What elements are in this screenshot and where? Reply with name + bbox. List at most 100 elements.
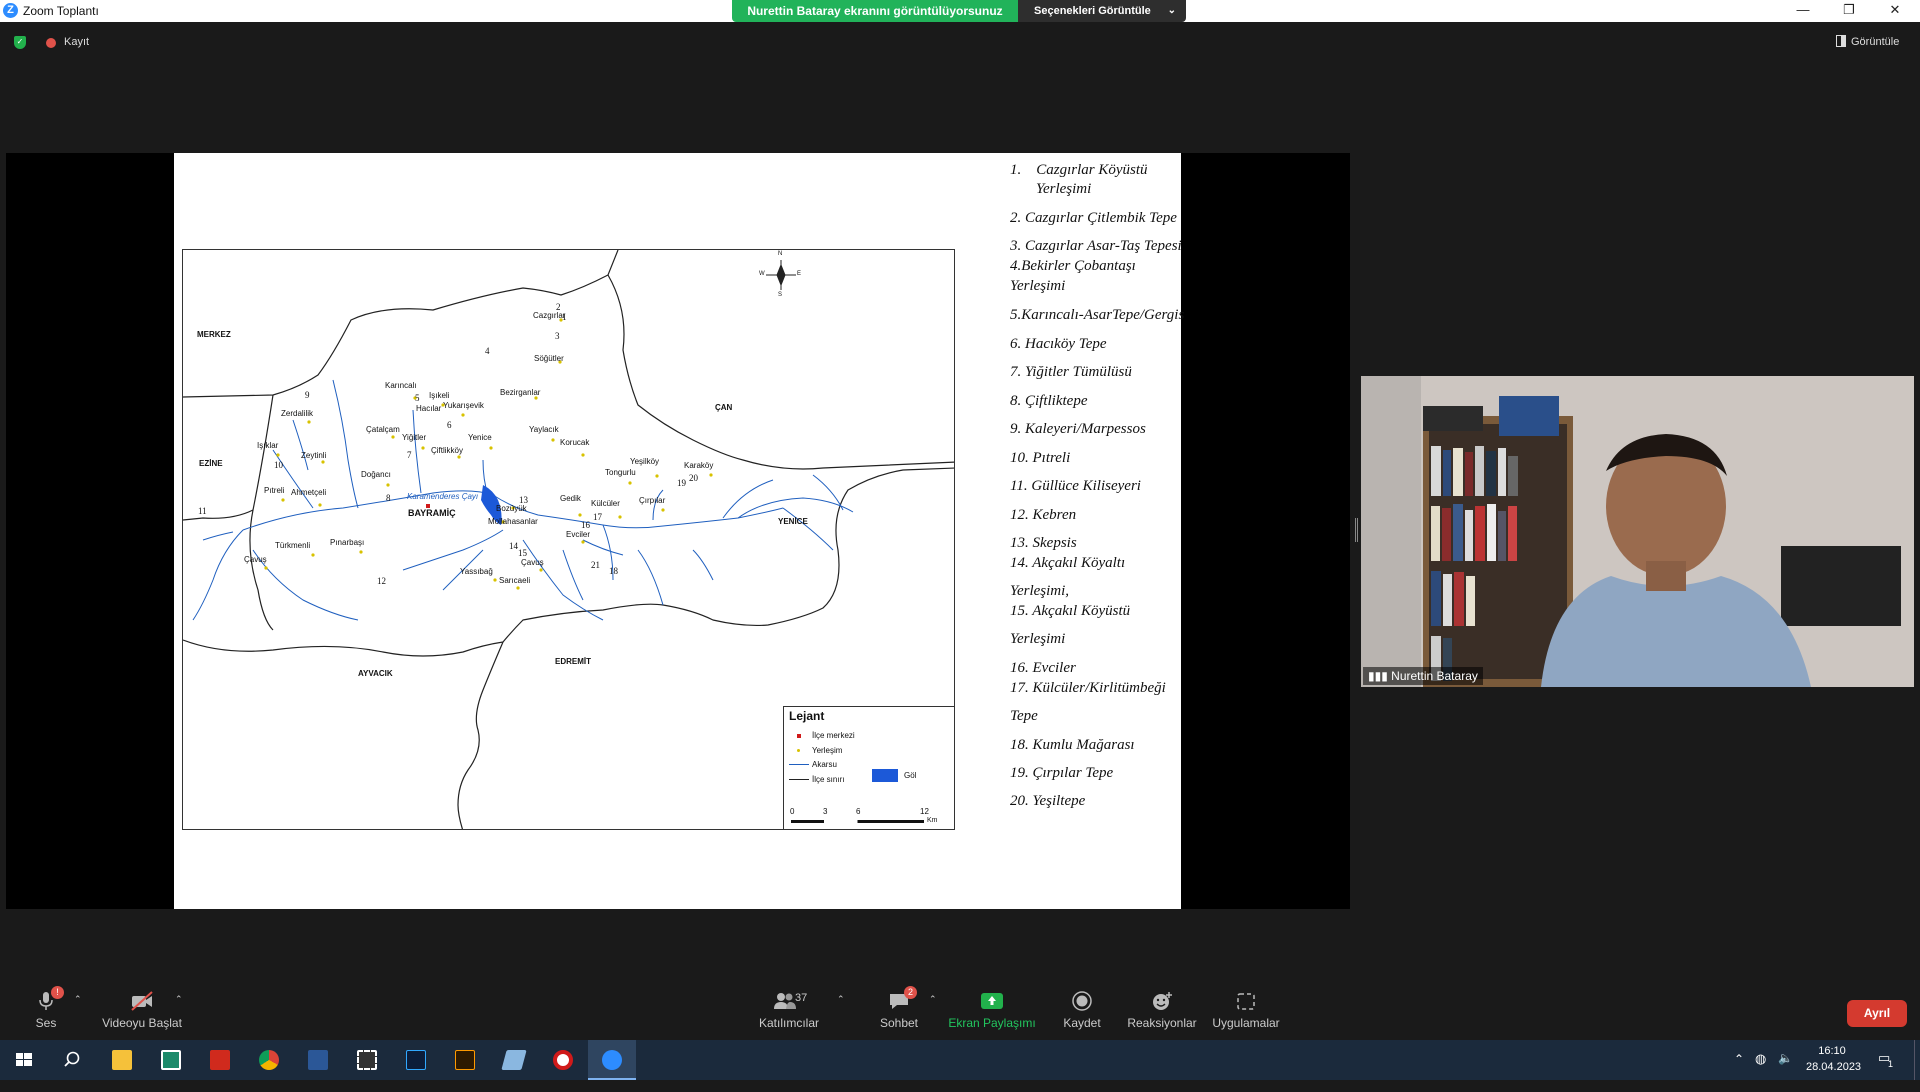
taskbar-illustrator[interactable] <box>441 1040 489 1080</box>
taskbar-app[interactable] <box>147 1040 195 1080</box>
place-label: Mollahasanlar <box>488 517 538 526</box>
app-icon <box>501 1050 527 1070</box>
participants-label: Katılımcılar <box>758 1016 819 1030</box>
view-options-button[interactable]: Seçenekleri Görüntüle ⌄ <box>1018 0 1186 22</box>
place-label: Doğancı <box>361 470 391 479</box>
view-button[interactable]: Görüntüle <box>1851 36 1899 48</box>
chat-icon: 2 <box>887 986 917 1012</box>
clock-time: 16:10 <box>1818 1045 1846 1057</box>
participant-name-tag: ▮▮▮ Nurettin Bataray <box>1363 667 1483 685</box>
site-item: 7. Yiğitler Tümülüsü <box>1010 364 1132 380</box>
participant-video[interactable]: ▮▮▮ Nurettin Bataray <box>1361 376 1914 687</box>
word-icon <box>308 1050 328 1070</box>
leave-meeting-button[interactable]: Ayrıl <box>1847 1000 1907 1027</box>
search-icon <box>64 1051 80 1067</box>
share-screen-button[interactable]: Ekran Paylaşımı <box>946 978 1038 1040</box>
legend-item: Yerleşim <box>812 746 843 755</box>
tray-chevron-icon[interactable]: ⌃ <box>1734 1052 1744 1092</box>
place-label: Tongurlu <box>605 468 636 477</box>
windows-taskbar: ⌃ ◍ 🔈 16:10 28.04.2023 ▭ 1 <box>0 1040 1920 1080</box>
taskbar-word[interactable] <box>294 1040 342 1080</box>
participants-button[interactable]: 37 Katılımcılar <box>752 978 826 1040</box>
meeting-toolbar: ! Ses ⌃ Videoyu Başlat ⌃ 37 Katılımcılar… <box>0 978 1920 1040</box>
place-label: Zeytinli <box>301 451 327 460</box>
compass-s: S <box>778 292 783 298</box>
taskbar-video-editor[interactable] <box>343 1040 391 1080</box>
taskbar-photoshop[interactable] <box>392 1040 440 1080</box>
site-number: 7 <box>407 450 412 460</box>
place-label: Külcüler <box>591 499 620 508</box>
site-item: 16. Evciler <box>1010 660 1076 676</box>
legend-river-line <box>789 764 809 765</box>
place-label: Söğütler <box>534 354 564 363</box>
recording-label[interactable]: Kayıt <box>64 36 89 48</box>
minimize-button[interactable]: — <box>1780 0 1826 22</box>
map-figure: MERKEZ ÇAN EZİNE YENİCE AYVACIK EDREMİT … <box>182 249 955 830</box>
scale-tick: 0 <box>790 807 795 816</box>
show-desktop-button[interactable] <box>1914 1040 1915 1080</box>
site-item: 20. Yeşiltepe <box>1010 793 1086 809</box>
chat-button[interactable]: 2 Sohbet <box>874 978 924 1040</box>
network-icon[interactable]: ◍ <box>1755 1051 1766 1091</box>
start-button[interactable] <box>0 1040 48 1080</box>
site-number: 3 <box>555 331 560 341</box>
panel-resize-handle[interactable] <box>1355 518 1358 542</box>
record-button[interactable]: Kaydet <box>1057 978 1107 1040</box>
start-video-label: Videoyu Başlat <box>102 1016 182 1030</box>
site-item: Yerleşimi <box>1010 278 1066 294</box>
compass-e: E <box>797 271 802 277</box>
place-label: Çavuş <box>521 558 544 567</box>
legend-settlement-marker <box>797 749 800 752</box>
reactions-button[interactable]: Reaksiyonlar <box>1127 978 1197 1040</box>
site-number: 18 <box>609 566 618 576</box>
taskbar-app[interactable] <box>490 1040 538 1080</box>
taskbar-chrome[interactable] <box>245 1040 293 1080</box>
site-number: 12 <box>377 576 386 586</box>
taskbar-recorder[interactable] <box>539 1040 587 1080</box>
security-shield-icon[interactable]: ✓ <box>14 36 26 49</box>
scale-bar <box>791 820 924 823</box>
place-label: Bozüyük <box>496 504 527 513</box>
site-item: Yerleşimi, <box>1010 583 1070 599</box>
audio-options-caret[interactable]: ⌃ <box>74 994 82 1005</box>
search-button[interactable] <box>48 1040 96 1080</box>
notification-button[interactable]: ▭ 1 <box>1878 1049 1898 1069</box>
place-label: Çavuş <box>244 555 267 564</box>
start-video-button[interactable]: Videoyu Başlat <box>96 978 188 1040</box>
participant-name: Nurettin Bataray <box>1391 669 1478 683</box>
site-item: 6. Hacıköy Tepe <box>1010 336 1107 352</box>
taskbar-file-explorer[interactable] <box>98 1040 146 1080</box>
site-number: 14 <box>509 541 518 551</box>
audio-button[interactable]: ! Ses <box>22 978 70 1040</box>
taskbar-acrobat[interactable] <box>196 1040 244 1080</box>
place-label: Sarıcaeli <box>499 576 531 585</box>
place-label: Karaköy <box>684 461 714 470</box>
legend-item: İlçe sınırı <box>812 775 845 784</box>
close-button[interactable]: ✕ <box>1872 0 1918 22</box>
site-number: 15 <box>518 548 527 558</box>
site-item: 3. Cazgırlar Asar-Taş Tepesi <box>1010 238 1182 254</box>
site-item: 14. Akçakıl Köyaltı <box>1010 555 1126 571</box>
site-number: 2 <box>556 302 561 312</box>
site-number: 16 <box>581 520 590 530</box>
site-item: 19. Çırpılar Tepe <box>1010 765 1114 781</box>
participants-options-caret[interactable]: ⌃ <box>837 994 845 1005</box>
site-item: 8. Çiftliktepe <box>1010 393 1088 409</box>
photoshop-icon <box>406 1050 426 1070</box>
site-number: 17 <box>593 512 602 522</box>
legend-center-marker <box>797 734 801 738</box>
apps-button[interactable]: Uygulamalar <box>1209 978 1283 1040</box>
restore-button[interactable]: ❐ <box>1826 0 1872 22</box>
share-banner-text: Nurettin Bataray ekranını görüntülüyorsu… <box>732 0 1018 22</box>
site-number: 10 <box>274 460 283 470</box>
taskbar-zoom[interactable] <box>588 1040 636 1080</box>
compass-w: W <box>759 271 765 277</box>
video-options-caret[interactable]: ⌃ <box>175 994 183 1005</box>
record-label: Kaydet <box>1063 1016 1101 1030</box>
site-number: 8 <box>386 493 391 503</box>
place-label: Yeşilköy <box>630 457 660 466</box>
chat-options-caret[interactable]: ⌃ <box>929 994 937 1005</box>
place-label: Cazgırlar <box>533 311 566 320</box>
clock[interactable]: 16:10 28.04.2023 <box>1806 1045 1861 1085</box>
volume-icon[interactable]: 🔈 <box>1778 1051 1793 1091</box>
